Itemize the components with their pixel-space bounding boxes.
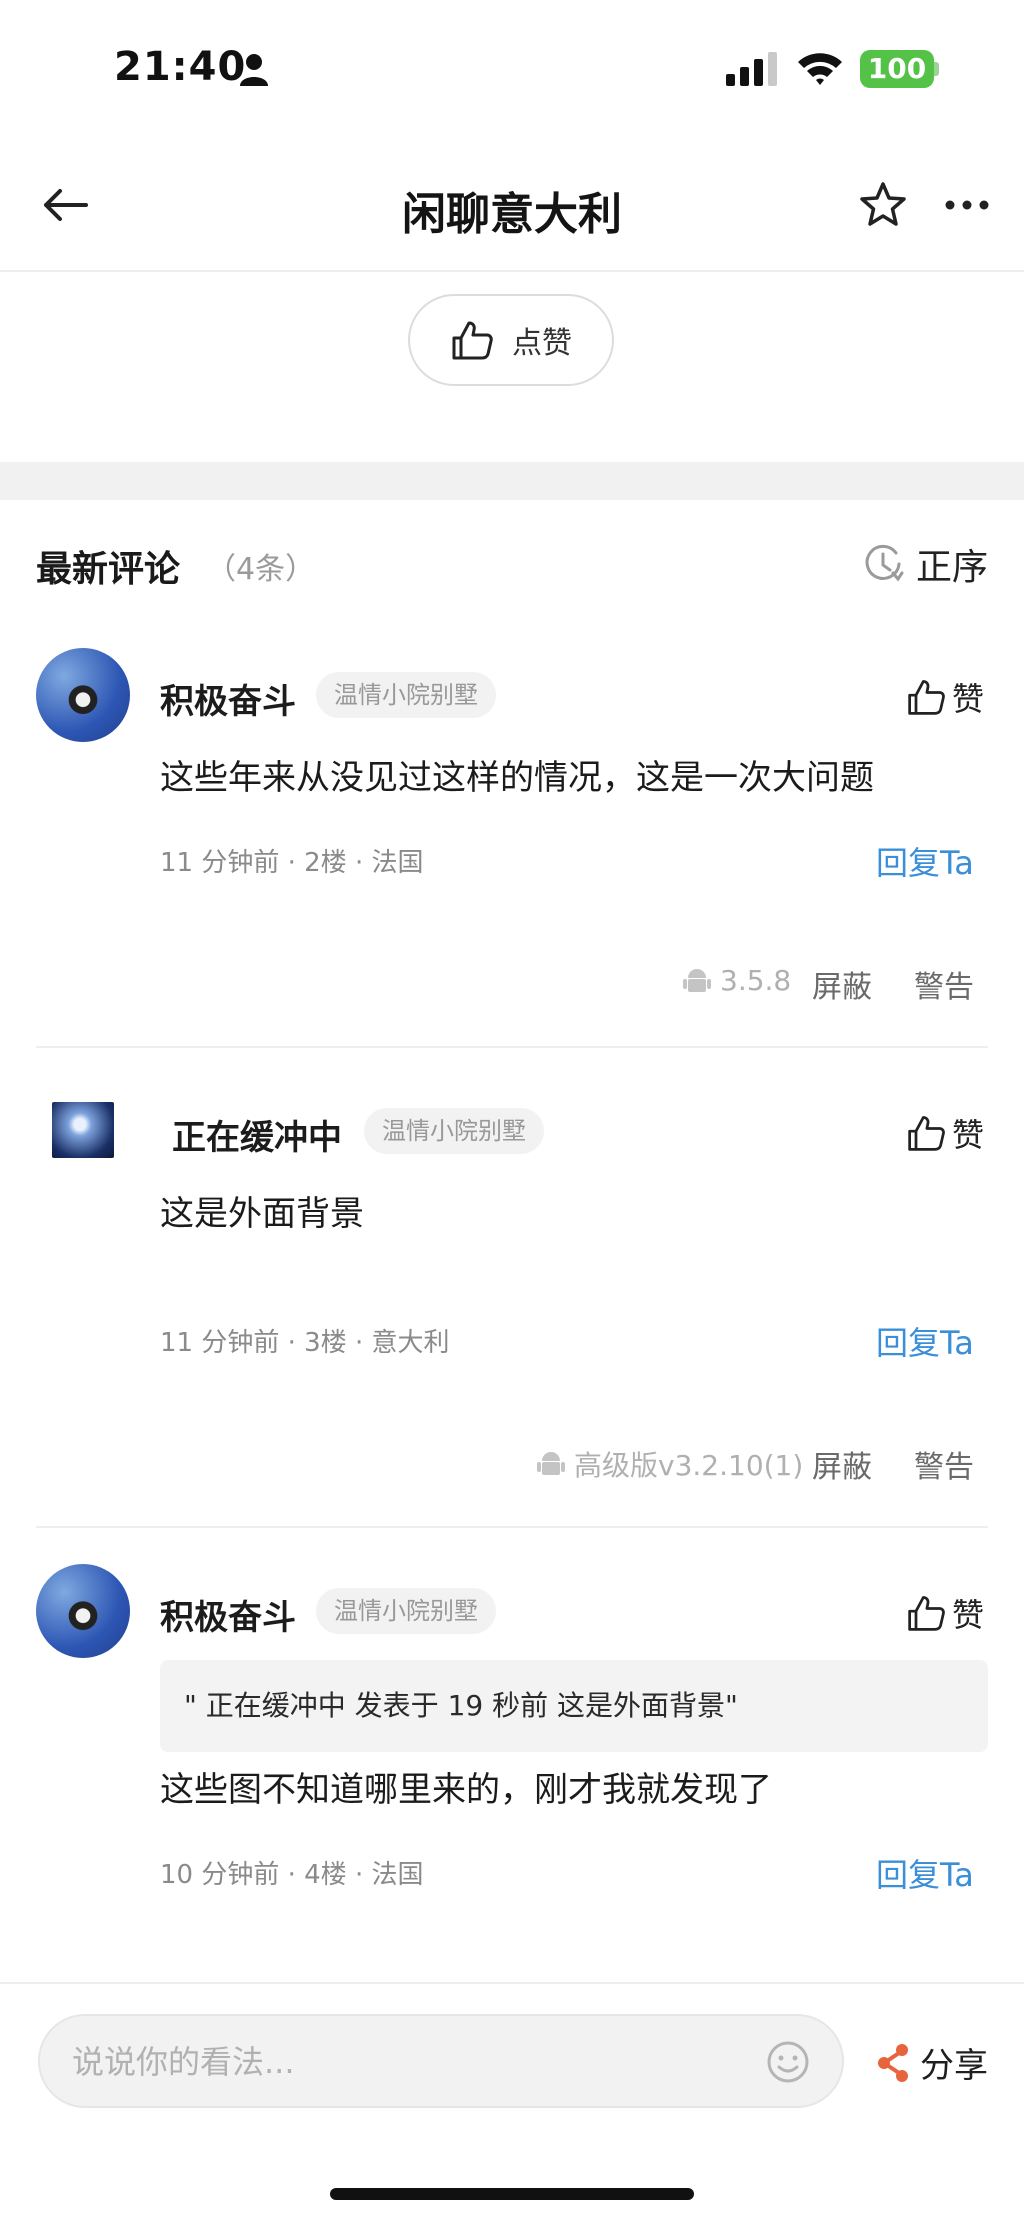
comment-username[interactable]: 积极奋斗 xyxy=(160,1590,296,1639)
thumbs-up-icon xyxy=(908,680,945,715)
report-button[interactable]: 警告 xyxy=(914,962,974,1006)
comment-like-button[interactable]: 赞 xyxy=(906,1590,984,1636)
reply-button[interactable]: 回复Ta xyxy=(876,1318,974,1364)
comment-like-label: 赞 xyxy=(952,1596,985,1634)
favorite-star-icon[interactable] xyxy=(858,180,908,230)
comment-input[interactable] xyxy=(38,2014,844,2108)
sort-order-button[interactable]: 正序 xyxy=(862,538,988,590)
avatar[interactable] xyxy=(36,1564,130,1658)
status-time: 21:40 xyxy=(114,44,247,90)
thumbs-up-icon xyxy=(908,1596,945,1631)
comment-username[interactable]: 正在缓冲中 xyxy=(172,1110,342,1159)
group-tag: 温情小院别墅 xyxy=(316,1588,496,1634)
thumbs-up-icon xyxy=(452,321,493,360)
reply-button[interactable]: 回复Ta xyxy=(876,838,974,884)
report-button[interactable]: 警告 xyxy=(914,1442,974,1486)
battery-indicator: 100 xyxy=(860,50,934,88)
comment-like-label: 赞 xyxy=(952,1116,985,1154)
comment-like-button[interactable]: 赞 xyxy=(906,674,984,720)
clock-sort-icon xyxy=(865,544,904,582)
home-indicator[interactable] xyxy=(330,2188,694,2200)
group-tag: 温情小院别墅 xyxy=(316,672,496,718)
quoted-comment: " 正在缓冲中 发表于 19 秒前 这是外面背景" xyxy=(160,1660,988,1752)
comment-text: 这些年来从没见过这样的情况，这是一次大问题 xyxy=(160,758,874,798)
sort-order-label: 正序 xyxy=(916,547,989,588)
android-icon xyxy=(537,1452,565,1475)
battery-tip xyxy=(934,62,939,76)
comment-meta: 11 分钟前 · 3楼 · 意大利 xyxy=(160,1328,450,1358)
thumbs-up-icon xyxy=(908,1116,945,1151)
comment-like-button[interactable]: 赞 xyxy=(906,1110,984,1156)
device-info: 高级版v3.2.10(1) xyxy=(536,1444,803,1484)
section-separator xyxy=(0,462,1024,500)
share-label: 分享 xyxy=(920,2046,988,2086)
device-version: 高级版v3.2.10(1) xyxy=(574,1449,804,1482)
comment-username[interactable]: 积极奋斗 xyxy=(160,674,296,723)
article-like-button[interactable]: 点赞 xyxy=(408,294,614,386)
block-button[interactable]: 屏蔽 xyxy=(812,1442,872,1486)
emoji-icon[interactable] xyxy=(766,2040,810,2084)
comment-text: 这是外面背景 xyxy=(160,1194,364,1234)
person-icon xyxy=(240,54,268,86)
device-version: 3.5.8 xyxy=(720,964,792,997)
comment-divider xyxy=(36,1526,988,1528)
comments-title: 最新评论 xyxy=(36,549,181,590)
more-options-icon[interactable] xyxy=(944,192,990,218)
article-like-label: 点赞 xyxy=(512,326,572,361)
android-icon xyxy=(683,968,711,992)
avatar[interactable] xyxy=(36,648,130,742)
comment-text: 这些图不知道哪里来的，刚才我就发现了 xyxy=(160,1770,772,1810)
block-button[interactable]: 屏蔽 xyxy=(812,962,872,1006)
device-info: 3.5.8 xyxy=(682,964,791,997)
comment-input-field[interactable] xyxy=(70,2016,754,2108)
reply-button[interactable]: 回复Ta xyxy=(876,1850,974,1896)
avatar[interactable] xyxy=(52,1102,114,1158)
comments-count: （4条） xyxy=(206,552,316,587)
share-icon xyxy=(878,2043,908,2082)
cellular-signal-icon xyxy=(726,52,777,86)
header-divider xyxy=(0,270,1024,272)
group-tag: 温情小院别墅 xyxy=(364,1108,544,1154)
share-button[interactable]: 分享 xyxy=(876,2038,988,2087)
comment-divider xyxy=(36,1046,988,1048)
comment-like-label: 赞 xyxy=(952,680,985,718)
wifi-icon xyxy=(798,53,842,85)
comment-meta: 10 分钟前 · 4楼 · 法国 xyxy=(160,1860,424,1890)
comment-meta: 11 分钟前 · 2楼 · 法国 xyxy=(160,848,424,878)
